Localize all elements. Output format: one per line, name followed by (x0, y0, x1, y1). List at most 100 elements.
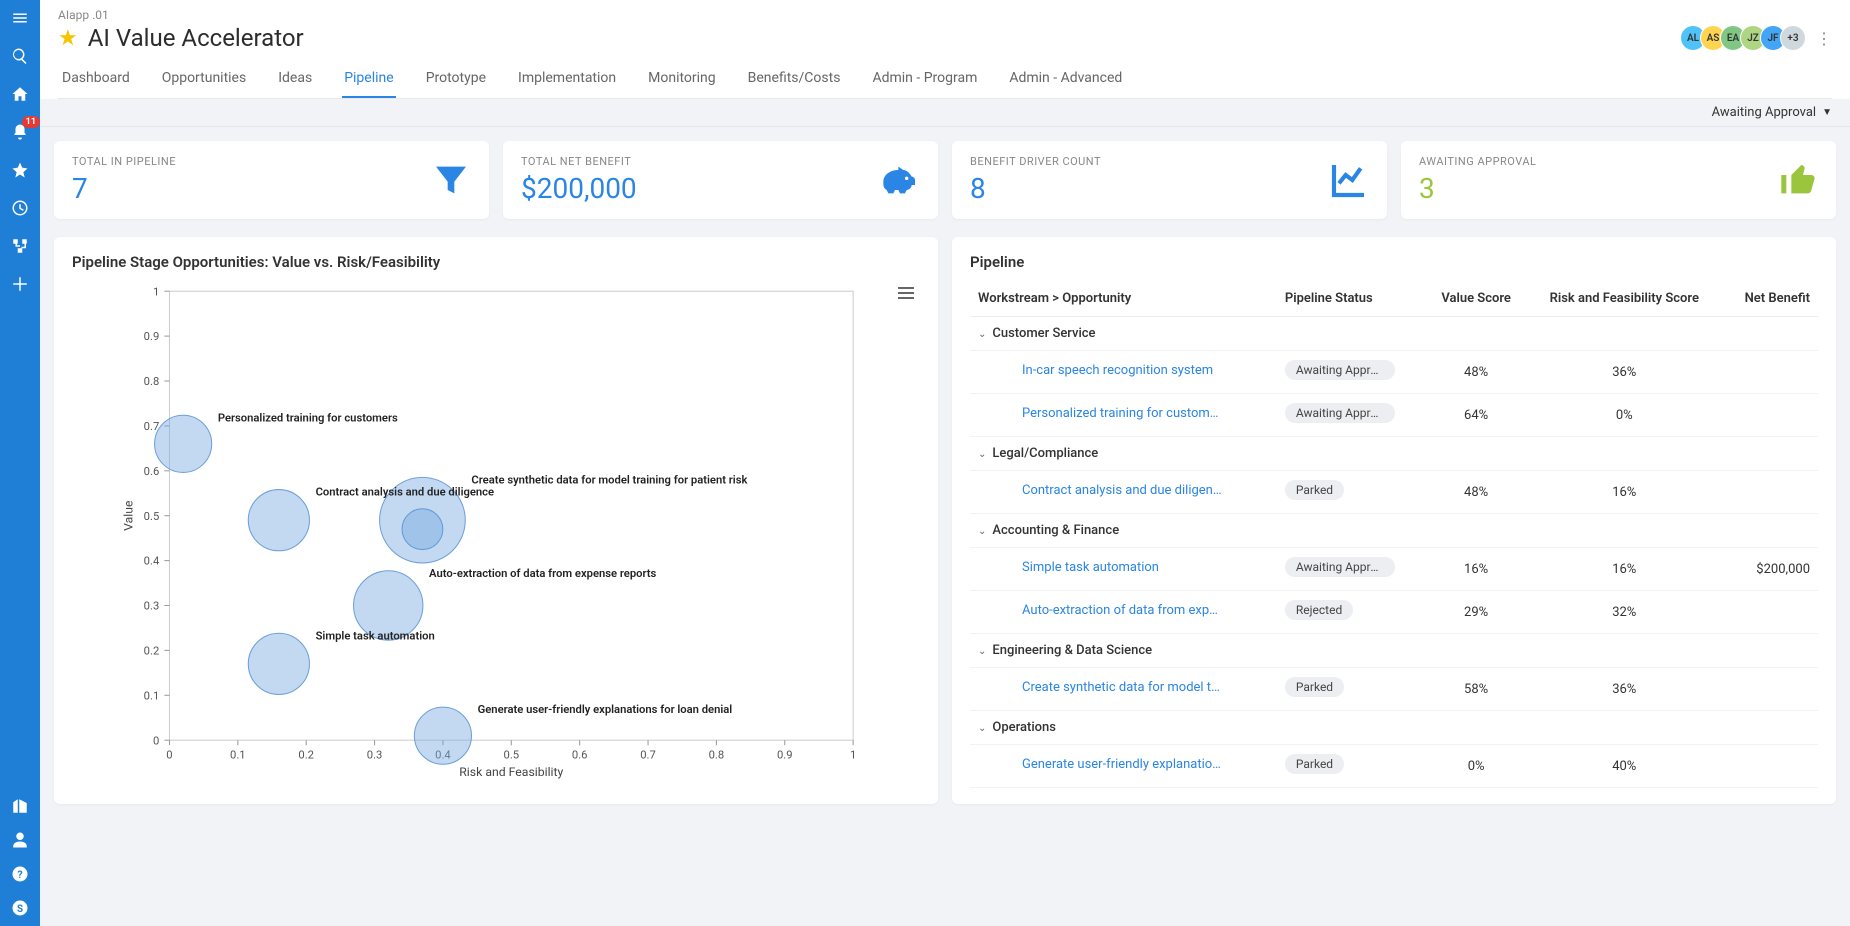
risk-score: 40% (1527, 745, 1722, 788)
svg-text:0: 0 (166, 749, 172, 762)
help-icon[interactable]: ? (10, 864, 30, 884)
opportunity-link[interactable]: Create synthetic data for model training (1022, 680, 1222, 695)
search-icon[interactable] (10, 46, 30, 66)
column-header[interactable]: Value Score (1426, 281, 1527, 317)
opportunity-link[interactable]: Contract analysis and due diligence (1022, 483, 1222, 498)
page-title: AI Value Accelerator (88, 24, 304, 52)
kpi-value: 7 (72, 172, 176, 205)
table-row: Auto-extraction of data from expense rep… (970, 591, 1818, 634)
svg-text:0.2: 0.2 (144, 644, 160, 657)
column-header[interactable]: Net Benefit (1722, 281, 1818, 317)
column-header[interactable]: Risk and Feasibility Score (1527, 281, 1722, 317)
opportunity-link[interactable]: Simple task automation (1022, 560, 1159, 575)
breadcrumb[interactable]: AIapp .01 (58, 8, 1832, 22)
chevron-down-icon: ⌄ (978, 449, 986, 460)
tab-prototype[interactable]: Prototype (424, 62, 488, 98)
chart-bubble[interactable] (248, 633, 309, 694)
group-row[interactable]: ⌄Operations (970, 711, 1818, 745)
svg-text:S: S (17, 904, 23, 915)
kpi-card[interactable]: TOTAL IN PIPELINE7 (54, 141, 489, 219)
home-icon[interactable] (10, 84, 30, 104)
tab-monitoring[interactable]: Monitoring (646, 62, 718, 98)
thumb-icon (1778, 160, 1818, 200)
kpi-card[interactable]: TOTAL NET BENEFIT$200,000 (503, 141, 938, 219)
tab-bar: Dashboard Opportunities Ideas Pipeline Proto… (58, 62, 1832, 99)
group-row[interactable]: ⌄Customer Service (970, 317, 1818, 351)
net-benefit (1722, 351, 1818, 394)
kpi-card[interactable]: BENEFIT DRIVER COUNT8 (952, 141, 1387, 219)
workflow-icon[interactable] (10, 236, 30, 256)
bubble-label: Create synthetic data for model training… (471, 473, 748, 486)
svg-text:1: 1 (850, 749, 856, 762)
user-icon[interactable] (10, 830, 30, 850)
chart-bubble[interactable] (402, 509, 443, 550)
chart-bubble[interactable] (414, 707, 471, 764)
svg-text:0.3: 0.3 (367, 749, 383, 762)
status-badge: Awaiting Appro... (1285, 557, 1395, 577)
kpi-value: 8 (970, 172, 1101, 205)
group-row[interactable]: ⌄Legal/Compliance (970, 437, 1818, 471)
kpi-label: AWAITING APPROVAL (1419, 155, 1536, 168)
opportunity-link[interactable]: Auto-extraction of data from expense rep… (1022, 603, 1222, 618)
tab-opportunities[interactable]: Opportunities (160, 62, 249, 98)
kpi-value: 3 (1419, 172, 1536, 205)
svg-text:0.7: 0.7 (144, 420, 160, 433)
chevron-down-icon: ⌄ (978, 723, 986, 734)
table-panel: Pipeline Workstream > OpportunityPipelin… (952, 237, 1836, 804)
collaborator-avatars[interactable]: ALASEAJZJF+3 (1686, 25, 1806, 51)
opportunity-link[interactable]: In-car speech recognition system (1022, 363, 1213, 378)
tab-admin-program[interactable]: Admin - Program (870, 62, 979, 98)
table-title: Pipeline (970, 253, 1818, 271)
menu-icon[interactable] (10, 8, 30, 28)
status-badge: Awaiting Appro... (1285, 403, 1395, 423)
net-benefit (1722, 394, 1818, 437)
opportunity-link[interactable]: Personalized training for customers (1022, 406, 1222, 421)
kpi-label: TOTAL NET BENEFIT (521, 155, 637, 168)
value-score: 16% (1426, 548, 1527, 591)
tab-pipeline[interactable]: Pipeline (342, 62, 396, 98)
tab-benefits-costs[interactable]: Benefits/Costs (746, 62, 843, 98)
chart-bubble[interactable] (248, 490, 309, 551)
tab-ideas[interactable]: Ideas (276, 62, 314, 98)
value-score: 64% (1426, 394, 1527, 437)
avatar[interactable]: +3 (1780, 25, 1806, 51)
history-icon[interactable] (10, 198, 30, 218)
status-badge: Parked (1285, 677, 1344, 697)
bell-icon[interactable]: 11 (10, 122, 30, 142)
status-badge: Rejected (1285, 600, 1353, 620)
table-row: Contract analysis and due diligenceParke… (970, 471, 1818, 514)
pipeline-table: Workstream > OpportunityPipeline StatusV… (970, 281, 1818, 788)
tab-admin-advanced[interactable]: Admin - Advanced (1007, 62, 1124, 98)
chart-menu-icon[interactable] (898, 285, 914, 304)
net-benefit: $200,000 (1722, 548, 1818, 591)
group-row[interactable]: ⌄Accounting & Finance (970, 514, 1818, 548)
star-icon[interactable] (10, 160, 30, 180)
kebab-menu-icon[interactable]: ⋮ (1816, 29, 1832, 48)
chevron-down-icon: ⌄ (978, 646, 986, 657)
chart-bubble[interactable] (155, 415, 212, 472)
status-filter-bar[interactable]: Awaiting Approval ▼ (40, 99, 1850, 127)
piggy-icon (880, 160, 920, 200)
net-benefit (1722, 668, 1818, 711)
opportunity-link[interactable]: Generate user-friendly explanations (1022, 757, 1222, 772)
column-header[interactable]: Pipeline Status (1277, 281, 1426, 317)
status-filter-label: Awaiting Approval (1712, 105, 1817, 120)
svg-text:Risk and Feasibility: Risk and Feasibility (459, 765, 563, 779)
table-row: Personalized training for customers Await… (970, 394, 1818, 437)
filter-icon (431, 160, 471, 200)
column-header[interactable]: Workstream > Opportunity (970, 281, 1277, 317)
tab-dashboard[interactable]: Dashboard (60, 62, 132, 98)
favorite-star-icon[interactable]: ★ (58, 26, 78, 51)
tab-implementation[interactable]: Implementation (516, 62, 618, 98)
group-row[interactable]: ⌄Engineering & Data Science (970, 634, 1818, 668)
kpi-card[interactable]: AWAITING APPROVAL 3 (1401, 141, 1836, 219)
building-icon[interactable] (10, 796, 30, 816)
value-score: 58% (1426, 668, 1527, 711)
table-row: Generate user-friendly explanationsParke… (970, 745, 1818, 788)
chat-icon[interactable]: S (10, 898, 30, 918)
svg-text:1: 1 (153, 285, 159, 298)
table-row: Create synthetic data for model training… (970, 668, 1818, 711)
caret-down-icon: ▼ (1822, 107, 1832, 118)
bubble-label: Personalized training for customers (218, 411, 398, 424)
plus-icon[interactable] (10, 274, 30, 294)
